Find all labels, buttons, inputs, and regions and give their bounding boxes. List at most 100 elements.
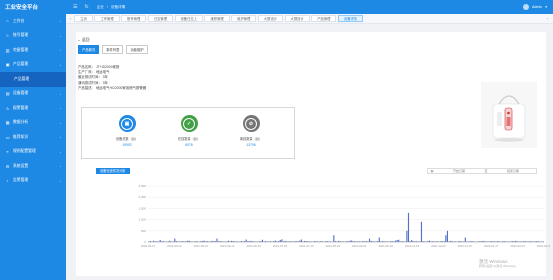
menu-toggle-icon[interactable]: ☰ [73, 4, 77, 10]
tab-item[interactable]: 日志管理 [147, 15, 173, 22]
x-tick-label: 2021-12-03 [431, 244, 446, 248]
chevron-icon: › [60, 19, 61, 24]
breadcrumb-item[interactable]: 企业 [97, 5, 104, 10]
chart-bar[interactable] [406, 230, 408, 242]
tab-item[interactable]: 设备详情 [337, 15, 364, 22]
tab-next-icon[interactable]: › [547, 16, 548, 21]
tab-item[interactable]: 设备日志上 [174, 15, 203, 22]
chart-bar[interactable] [174, 238, 176, 242]
x-tick-label: 2021-07-13 [299, 244, 314, 248]
x-tick-label: 2021-06-23 [246, 244, 261, 248]
x-tick-label: 2022-04-08 [537, 244, 550, 248]
device-stats: ▣ 设备总数（台） 19992 ✓ 在线数量（台） 6976 ⊘ 离线数量（台）… [81, 107, 295, 159]
gas-detector-image [481, 82, 537, 148]
tab-item[interactable]: 产品管理 [311, 15, 337, 22]
chart-bar[interactable] [445, 235, 447, 242]
stat-label: 在线数量（台） [177, 137, 201, 141]
sidebar-item-label: 产品管理 [13, 62, 29, 67]
stat-value: 6976 [185, 143, 193, 147]
tab-item[interactable]: 大屏设计 [284, 15, 310, 22]
username[interactable]: Admin [532, 5, 542, 9]
chart-bar[interactable] [378, 237, 380, 242]
chart-bar[interactable] [446, 230, 449, 242]
x-tick-label: 2021-09-18 [378, 244, 393, 248]
chart-bar[interactable] [245, 239, 247, 242]
tab-item[interactable]: 维修管理 [204, 15, 230, 22]
sidebar-item-label: 告警管理 [13, 178, 29, 183]
chart-bar[interactable] [411, 239, 413, 242]
stat-offline: ⊘ 离线数量（台） 13796 [234, 115, 268, 147]
sidebar-item-label: 账号管理 [13, 33, 29, 38]
x-tick-label: 2022-01-17 [484, 244, 499, 248]
sidebar-item[interactable]: ☺ 账号管理 › [0, 29, 66, 44]
chart-bar[interactable] [300, 239, 302, 242]
app-brand: 工业安全平台 [5, 5, 39, 11]
sidebar-item[interactable]: ≡ 规则配置管理 › [0, 145, 66, 160]
sidebar-item-label: 规则配置管理 [13, 149, 36, 154]
product-info: 产品名称： JT+ID2000家报 生产厂商： 地运电气 最近测试时间： 3年 … [78, 65, 146, 91]
device-online-analysis-button[interactable]: 设备在线情况分析 [96, 168, 130, 174]
date-range-picker[interactable]: ▦ 开始日期 至 结束日期 [427, 168, 537, 174]
chart-bar[interactable] [464, 237, 466, 242]
chart-bar[interactable] [407, 212, 410, 242]
chart-bar[interactable] [281, 239, 283, 242]
sidebar-item[interactable]: ⌂ 工作台 › [0, 14, 66, 29]
x-tick-label: 2021-07-03 [273, 244, 288, 248]
x-tick-label: 2021-05-21 [194, 244, 209, 248]
refresh-icon[interactable]: ↻ [84, 4, 88, 10]
tab-overview[interactable]: 产品概况 [78, 45, 100, 54]
chart-bar[interactable] [368, 238, 371, 242]
tab-item[interactable]: 工作管理 [94, 15, 120, 22]
sidebar-item[interactable]: ⚠ 报警管理 › [0, 101, 66, 116]
sidebar-item-label: 数据分析 [13, 120, 29, 125]
chart-bar[interactable] [261, 239, 263, 242]
chart-bar[interactable] [216, 238, 218, 242]
tab-item[interactable]: 账号管理 [121, 15, 147, 22]
breadcrumb: 企业 / 设备详情 [97, 5, 126, 10]
sidebar-item[interactable]: ▭ 推荐知识 › [0, 130, 66, 145]
stat-label: 离线数量（台） [239, 137, 263, 141]
sidebar-item[interactable]: ♪ 告警管理 › [0, 174, 66, 189]
chevron-icon: › [60, 91, 61, 96]
breadcrumb-separator: / [106, 4, 108, 9]
device-total-icon: ▣ [118, 115, 136, 132]
chart-bar[interactable] [279, 239, 281, 242]
chart-bar[interactable] [398, 239, 400, 242]
stat-value: 13796 [246, 143, 256, 147]
chevron-icon: › [60, 48, 61, 53]
x-tick-label: 2021-11-13 [405, 244, 420, 248]
building-icon: ▥ [5, 48, 10, 53]
sidebar-item[interactable]: 产品管理 [0, 72, 66, 87]
sidebar-item-label: 设备管理 [13, 91, 29, 96]
chart-bar[interactable] [159, 239, 161, 242]
chevron-down-icon[interactable]: ▾ [545, 5, 547, 9]
chart-bar[interactable] [420, 221, 423, 242]
date-range-separator: 至 [484, 169, 488, 173]
tab-prev-icon[interactable]: ‹ [70, 16, 71, 21]
sidebar-item[interactable]: ▣ 产品管理 › [0, 58, 66, 73]
avatar[interactable] [523, 4, 529, 10]
tab-events[interactable]: 事件列表 [102, 45, 124, 54]
chart-bar[interactable] [333, 235, 335, 242]
chevron-icon: › [60, 149, 61, 154]
back-button[interactable]: ← 返回 [77, 38, 89, 43]
tab-maintenance[interactable]: 功能维护 [126, 45, 148, 54]
tab-item[interactable]: 维护管理 [231, 15, 257, 22]
chart-icon: ▦ [5, 121, 10, 126]
user-icon: ☺ [5, 33, 10, 38]
sidebar-item[interactable]: ▤ 设备管理 › [0, 87, 66, 102]
start-date-input[interactable]: 开始日期 [436, 169, 482, 173]
chart-bar[interactable] [396, 239, 398, 242]
stat-total: ▣ 设备总数（台） 19992 [110, 115, 144, 147]
offline-icon: ⊘ [242, 115, 260, 132]
sidebar-item[interactable]: ⚙ 系统设置 › [0, 159, 66, 174]
gear-icon: ⚙ [5, 164, 10, 169]
tab-item[interactable]: 大屏设计 [257, 15, 284, 22]
tab-item[interactable]: 主页 [74, 15, 93, 22]
sidebar-item[interactable]: ▥ 宅屋管理 › [0, 43, 66, 58]
sidebar-item[interactable]: ▦ 数据分析 › [0, 116, 66, 131]
end-date-input[interactable]: 结束日期 [490, 169, 536, 173]
user-menu[interactable]: Admin ▾ [523, 4, 553, 10]
chevron-icon: › [60, 164, 61, 169]
y-tick-label: 500 [141, 229, 146, 233]
